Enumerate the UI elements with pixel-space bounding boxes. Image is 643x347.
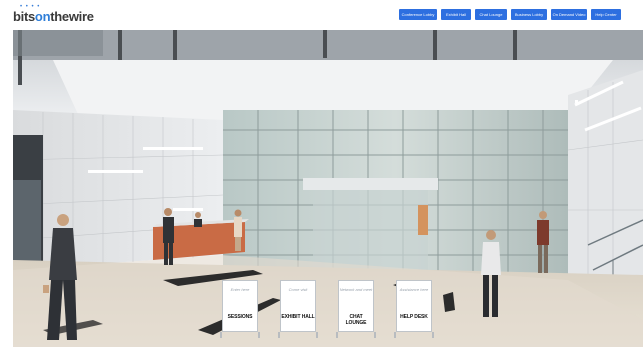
top-header: • • • • bitsonthewire Conference Lobby E…: [0, 0, 643, 28]
sign-label: EXHIBIT HALL: [281, 314, 315, 320]
sign-script-text: Assistance here: [399, 287, 429, 292]
nav-conference-lobby-button[interactable]: Conference Lobby: [399, 9, 437, 20]
nav-on-demand-video-button[interactable]: On Demand Video: [551, 9, 587, 20]
sign-script-text: Enter here: [230, 287, 250, 292]
sign-label: SESSIONS: [227, 314, 253, 320]
help-desk-sign[interactable]: Assistance here HELP DESK: [394, 278, 434, 338]
bitsonthewire-logo[interactable]: • • • • bitsonthewire: [13, 4, 103, 24]
nav-exhibit-hall-button[interactable]: Exhibit Hall: [441, 9, 471, 20]
lobby-illustration: [13, 30, 643, 347]
sign-label: CHAT LOUNGE: [345, 314, 367, 326]
exhibit-hall-sign[interactable]: Come visit EXHIBIT HALL: [278, 278, 318, 338]
sign-label: HELP DESK: [400, 314, 428, 320]
sign-script-text: Network and meet: [339, 287, 373, 292]
chat-lounge-sign[interactable]: Network and meet CHAT LOUNGE: [336, 278, 376, 338]
nav-business-lobby-button[interactable]: Business Lobby: [511, 9, 547, 20]
logo-wordmark: bitsonthewire: [13, 9, 94, 24]
person-receptionist: [194, 212, 202, 227]
sign-script-text: Come visit: [288, 287, 308, 292]
nav-help-center-button[interactable]: Help Center: [591, 9, 621, 20]
virtual-lobby-scene: Enter here SESSIONS Come visit EXHIBIT H…: [13, 30, 643, 347]
nav-chat-lounge-button[interactable]: Chat Lounge: [475, 9, 507, 20]
sessions-sign[interactable]: Enter here SESSIONS: [220, 278, 260, 338]
